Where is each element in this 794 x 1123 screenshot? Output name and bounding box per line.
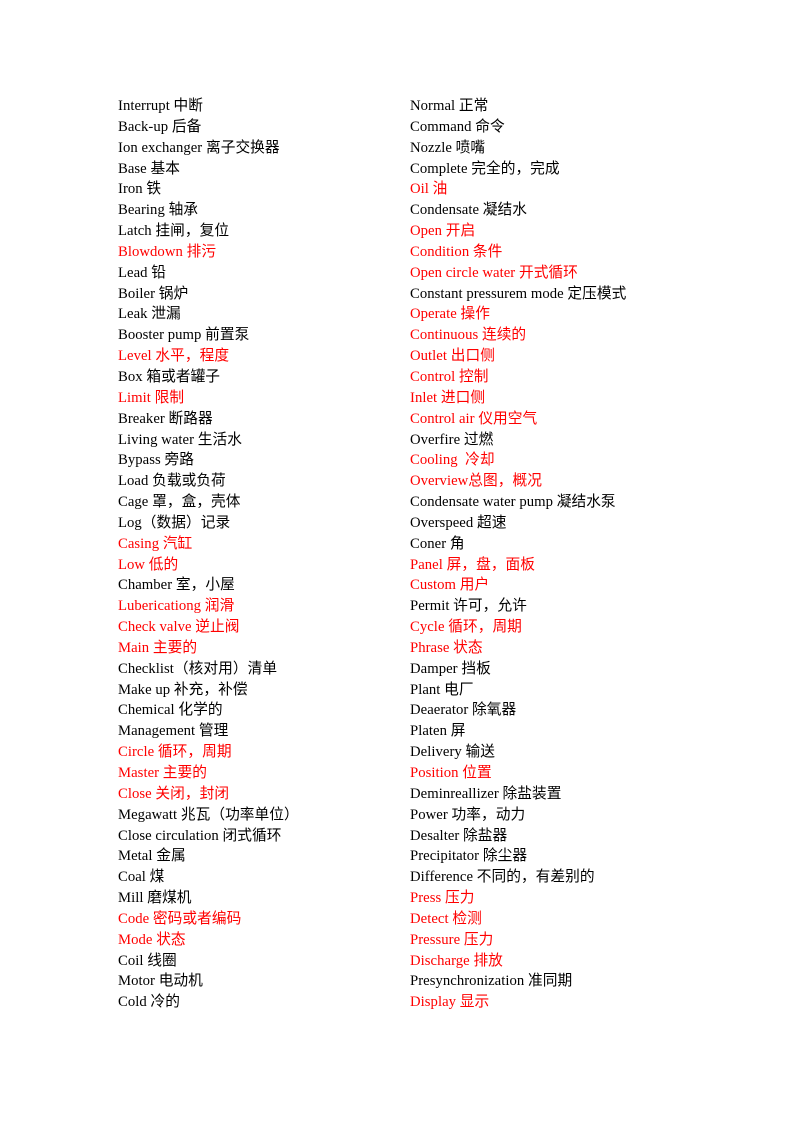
glossary-entry: Base 基本 (118, 160, 180, 177)
glossary-entry: Presynchronization 准同期 (410, 973, 573, 990)
glossary-entry: Level 水平，程度 (118, 348, 230, 365)
glossary-entry: Blowdown 排污 (118, 243, 217, 260)
glossary-entry: Mill 磨煤机 (118, 890, 192, 907)
glossary-entry: Difference 不同的，有差别的 (410, 869, 595, 886)
glossary-entry: Checklist（核对用）清单 (118, 660, 278, 677)
glossary-entry: Living water 生活水 (118, 431, 242, 448)
glossary-entry: Constant pressurem mode 定压模式 (410, 285, 627, 302)
glossary-entry: Megawatt 兆瓦（功率单位） (118, 806, 299, 823)
glossary-entry: Code 密码或者编码 (118, 910, 242, 927)
glossary-entry: Coal 煤 (118, 869, 165, 886)
glossary-entry: Normal 正常 (410, 98, 489, 114)
glossary-entry: Delivery 输送 (410, 744, 495, 761)
glossary-entry: Mode 状态 (118, 931, 186, 948)
glossary-entry: Condensate water pump 凝结水泵 (410, 494, 616, 511)
glossary-entry: Nozzle 喷嘴 (410, 139, 486, 156)
glossary-entry: Cooling 冷却 (410, 452, 495, 469)
glossary-entry: Coner 角 (410, 535, 465, 552)
glossary-entry: Log（数据）记录 (118, 514, 231, 531)
glossary-entry: Detect 检测 (410, 910, 482, 927)
glossary-entry: Chemical 化学的 (118, 702, 223, 719)
glossary-entry: Cold 冷的 (118, 994, 180, 1011)
glossary-entry: Panel 屏，盘，面板 (410, 556, 536, 573)
glossary-entry: Precipitator 除尘器 (410, 848, 528, 865)
glossary-entry: Metal 金属 (118, 848, 186, 865)
glossary-entry: Operate 操作 (410, 306, 491, 323)
glossary-entry: Deaerator 除氧器 (410, 702, 517, 719)
glossary-entry: Bypass 旁路 (118, 452, 194, 469)
glossary-entry: Control 控制 (410, 368, 489, 385)
glossary-entry: Command 命令 (410, 118, 505, 135)
glossary-entry: Iron 铁 (118, 181, 162, 198)
glossary-entry: Lead 铅 (118, 264, 167, 281)
glossary-entry: Custom 用户 (410, 577, 490, 594)
glossary-entry: Motor 电动机 (118, 973, 203, 990)
glossary-entry: Desalter 除盐器 (410, 827, 508, 844)
glossary-entry: Continuous 连续的 (410, 327, 527, 344)
glossary-entry: Outlet 出口侧 (410, 348, 495, 365)
glossary-entry: Cycle 循环，周期 (410, 619, 522, 636)
glossary-entry: Coil 线圈 (118, 952, 177, 969)
glossary-entry: Condition 条件 (410, 243, 503, 260)
glossary-entry: Interrupt 中断 (118, 98, 204, 114)
glossary-entry: Boiler 锅炉 (118, 285, 189, 302)
glossary-entry: Inlet 进口侧 (410, 389, 486, 406)
glossary-entry: Open circle water 开式循环 (410, 264, 578, 281)
glossary-entry: Oil 油 (410, 181, 448, 198)
glossary-entry: Control air 仪用空气 (410, 410, 538, 427)
glossary-entry: Low 低的 (118, 556, 179, 573)
glossary-entry: Bearing 轴承 (118, 202, 199, 219)
glossary-entry: Management 管理 (118, 723, 229, 740)
glossary-entry: Press 压力 (410, 890, 475, 907)
glossary-entry: Overview总图，概况 (410, 473, 542, 490)
glossary-entry: Leak 泄漏 (118, 306, 181, 323)
glossary-entry: Back-up 后备 (118, 118, 202, 135)
glossary-entry: Deminreallizer 除盐装置 (410, 785, 562, 802)
glossary-entry: Chamber 室，小屋 (118, 577, 235, 594)
glossary-entry: Circle 循环，周期 (118, 744, 232, 761)
glossary-entry: Condensate 凝结水 (410, 202, 527, 219)
glossary-entry: Cage 罩，盒，壳体 (118, 494, 241, 511)
glossary-entry: Phrase 状态 (410, 639, 483, 656)
glossary-entry: Box 箱或者罐子 (118, 368, 221, 385)
glossary-entry: Ion exchanger 离子交换器 (118, 139, 280, 156)
glossary-entry: Master 主要的 (118, 765, 208, 781)
glossary-entry: Load 负载或负荷 (118, 473, 226, 490)
glossary-entry: Pressure 压力 (410, 931, 494, 948)
glossary-entry: Booster pump 前置泵 (118, 327, 250, 344)
glossary-entry: Overspeed 超速 (410, 514, 507, 531)
glossary-entry: Power 功率，动力 (410, 806, 526, 823)
glossary-entry: Close 关闭，封闭 (118, 785, 230, 802)
glossary-entry: Plant 电厂 (410, 681, 474, 698)
glossary-entry: Open 开启 (410, 223, 476, 240)
glossary-entry: Casing 汽缸 (118, 535, 193, 552)
glossary-entry: Lubericationg 润滑 (118, 598, 235, 615)
document-page: Interrupt 中断 Back-up 后备 Ion exchanger 离子交换… (0, 0, 794, 1123)
glossary-entry: Permit 许可，允许 (410, 598, 527, 615)
glossary-entry: Display 显示 (410, 994, 490, 1011)
glossary-entry: Check valve 逆止阀 (118, 619, 240, 636)
glossary-entry: Complete 完全的，完成 (410, 160, 560, 177)
glossary-entry: Damper 挡板 (410, 660, 491, 677)
glossary-entry: Platen 屏 (410, 723, 466, 740)
glossary-entry: Make up 补充，补偿 (118, 681, 248, 698)
glossary-entry: Latch 挂闸，复位 (118, 223, 230, 240)
glossary-entry: Main 主要的 (118, 639, 198, 656)
glossary-entry: Limit 限制 (118, 389, 185, 406)
glossary-entry: Overfire 过燃 (410, 431, 494, 448)
glossary-entry: Breaker 断路器 (118, 410, 213, 427)
glossary-entry: Position 位置 (410, 765, 492, 781)
glossary-column-left: Interrupt 中断 Back-up 后备 Ion exchanger 离子交换… (118, 96, 403, 1013)
glossary-column-right: Normal 正常 Command 命令 Nozzle 喷嘴 Complete 完全的… (410, 96, 740, 1013)
glossary-entry: Close circulation 闭式循环 (118, 827, 282, 844)
glossary-entry: Discharge 排放 (410, 952, 503, 969)
